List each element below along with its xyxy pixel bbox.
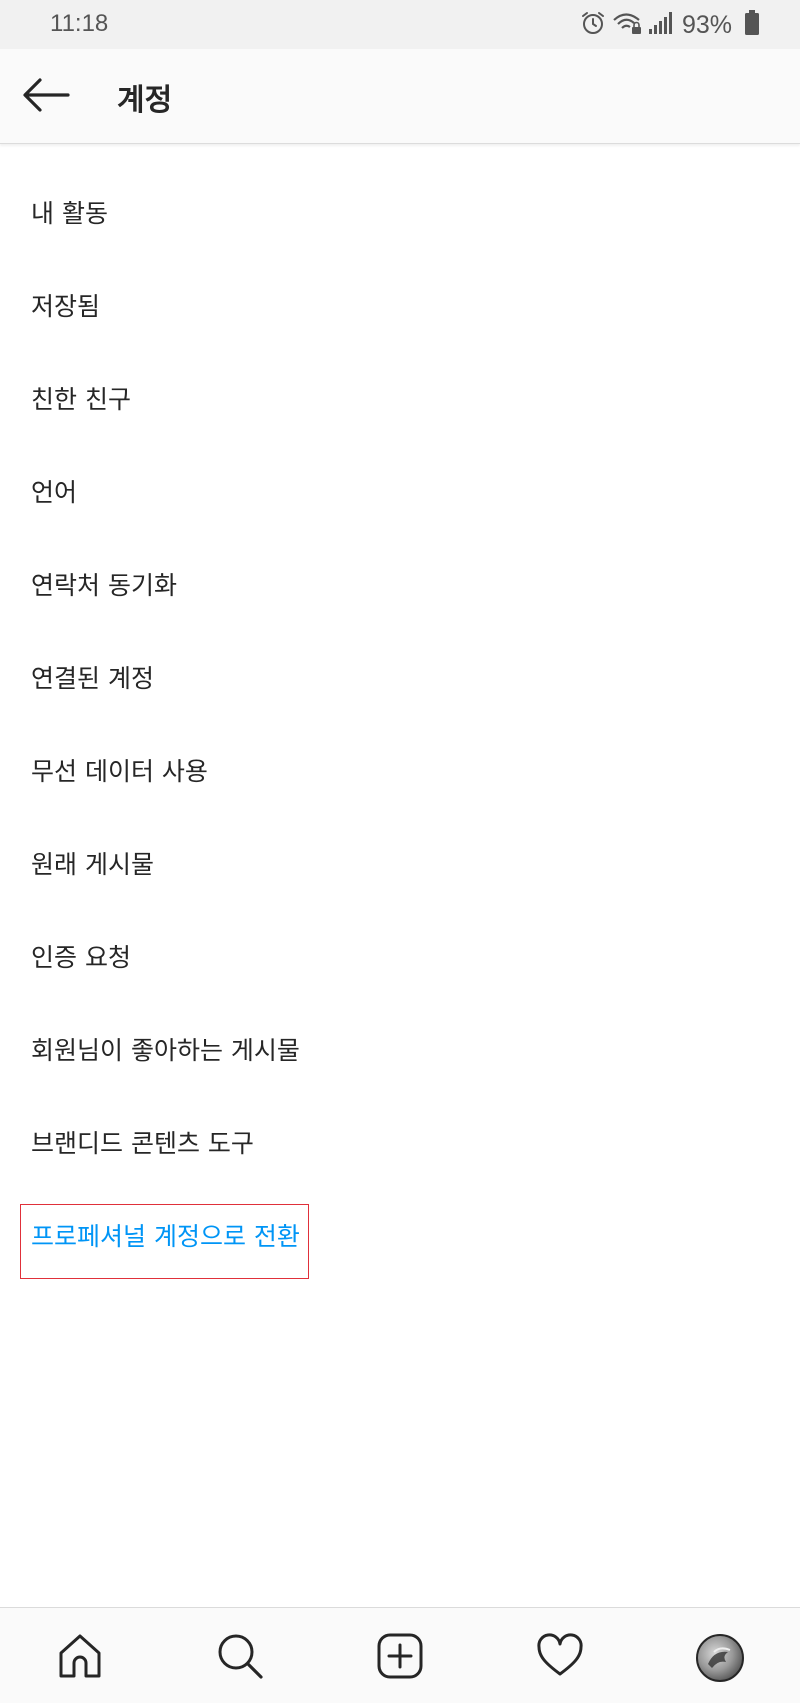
battery-icon [744,9,760,41]
menu-item-branded-content-tools[interactable]: 브랜디드 콘텐츠 도구 [0,1095,800,1188]
battery-percent: 93% [681,10,732,39]
nav-search-button[interactable] [212,1630,268,1686]
bottom-nav [0,1607,800,1703]
new-post-icon [375,1631,425,1685]
status-icons: 93% [580,8,760,42]
menu-item-language[interactable]: 언어 [0,444,800,537]
signal-icon [648,11,674,40]
menu-item-contacts-sync[interactable]: 연락처 동기화 [0,537,800,630]
arrow-left-icon [22,77,70,117]
status-bar: 11:18 93% [0,0,800,49]
profile-avatar [696,1634,744,1682]
activity-heart-icon [535,1631,585,1685]
menu-item-close-friends[interactable]: 친한 친구 [0,351,800,444]
nav-new-post-button[interactable] [372,1630,428,1686]
home-icon [55,1631,105,1685]
menu-item-saved[interactable]: 저장됨 [0,258,800,351]
search-icon [215,1631,265,1685]
nav-activity-button[interactable] [532,1630,588,1686]
back-button[interactable] [14,71,78,123]
menu-item-posts-you-liked[interactable]: 회원님이 좋아하는 게시물 [0,1002,800,1095]
menu-item-linked-accounts[interactable]: 연결된 계정 [0,630,800,723]
page-title: 계정 [117,83,173,118]
menu-item-my-activity[interactable]: 내 활동 [0,165,800,258]
switch-to-professional-account-link[interactable]: 프로페셔널 계정으로 전환 [0,1188,800,1281]
wifi-lock-icon [612,10,642,41]
nav-profile-button[interactable] [692,1630,748,1686]
status-time: 11:18 [50,10,109,37]
menu-item-request-verification[interactable]: 인증 요청 [0,909,800,1002]
menu-item-cellular-data-use[interactable]: 무선 데이터 사용 [0,723,800,816]
settings-menu-list: 내 활동 저장됨 친한 친구 언어 연락처 동기화 연결된 계정 무선 데이터 … [0,165,800,1281]
alarm-icon [580,10,606,41]
menu-item-original-posts[interactable]: 원래 게시물 [0,816,800,909]
nav-home-button[interactable] [52,1630,108,1686]
app-header: 계정 [0,49,800,144]
